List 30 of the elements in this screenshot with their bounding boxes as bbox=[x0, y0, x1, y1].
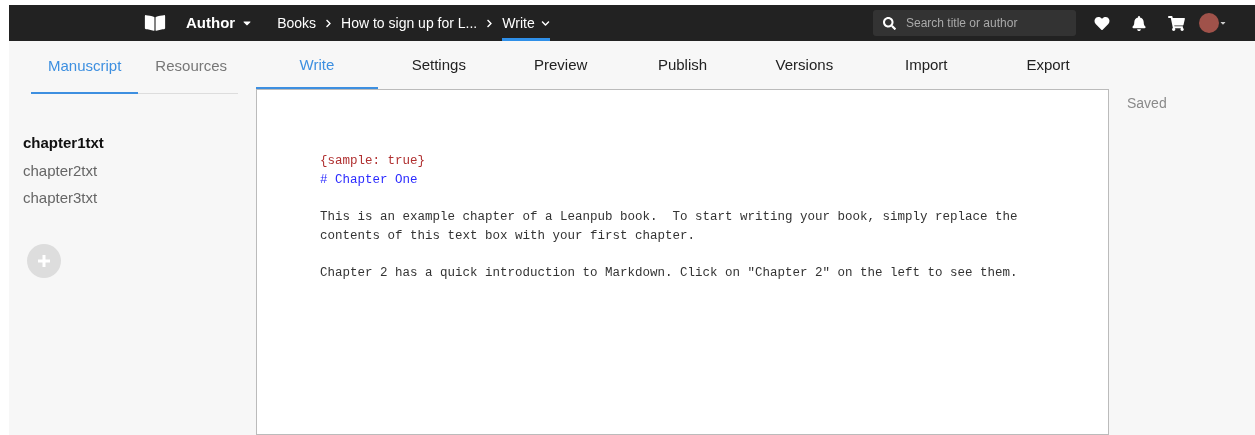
editor-tab[interactable]: Import bbox=[865, 41, 988, 89]
chapter-item[interactable]: chapter1txt bbox=[23, 132, 256, 155]
editor-tab[interactable]: Export bbox=[987, 41, 1109, 89]
book-icon[interactable] bbox=[144, 14, 166, 32]
search-field[interactable]: Search title or author bbox=[873, 10, 1076, 36]
breadcrumb-link[interactable]: How to sign up for L... bbox=[341, 5, 478, 41]
editor-tab[interactable]: Preview bbox=[499, 41, 622, 89]
editor-tab[interactable]: Settings bbox=[377, 41, 500, 89]
metadata-line: {sample: true} bbox=[320, 153, 427, 170]
search-input[interactable]: Search title or author bbox=[906, 14, 1066, 32]
chevron-icon bbox=[324, 18, 334, 28]
chapter-item[interactable]: chapter3txt bbox=[23, 187, 256, 210]
paragraph-text: This is an example chapter of a Leanpub book. To start writing your book, simply replace the contents of this text box with your first chapter. bbox=[320, 209, 1019, 245]
search-icon bbox=[883, 16, 896, 30]
heading-line: # Chapter One bbox=[320, 172, 419, 189]
chevron-down-icon bbox=[540, 18, 550, 28]
paragraph-text: Chapter 2 has a quick introduction to Markdown. Click on "Chapter 2" on the left to see them. bbox=[320, 265, 1019, 282]
cart-icon[interactable] bbox=[1168, 15, 1185, 31]
author-menu[interactable]: Author bbox=[186, 11, 254, 35]
sidebar-tab[interactable]: Resources bbox=[138, 41, 245, 94]
caret-icon[interactable] bbox=[1219, 19, 1227, 27]
editor-tab[interactable]: Publish bbox=[621, 41, 744, 89]
bell-icon[interactable] bbox=[1132, 15, 1146, 31]
save-status: Saved bbox=[1127, 95, 1167, 111]
plus-icon bbox=[36, 252, 52, 269]
chevron-icon bbox=[485, 18, 495, 28]
breadcrumb-link[interactable]: Books bbox=[277, 5, 317, 41]
editor-tab[interactable]: Versions bbox=[743, 41, 866, 89]
heart-icon[interactable] bbox=[1094, 15, 1110, 31]
chapter-item[interactable]: chapter2txt bbox=[23, 159, 256, 182]
